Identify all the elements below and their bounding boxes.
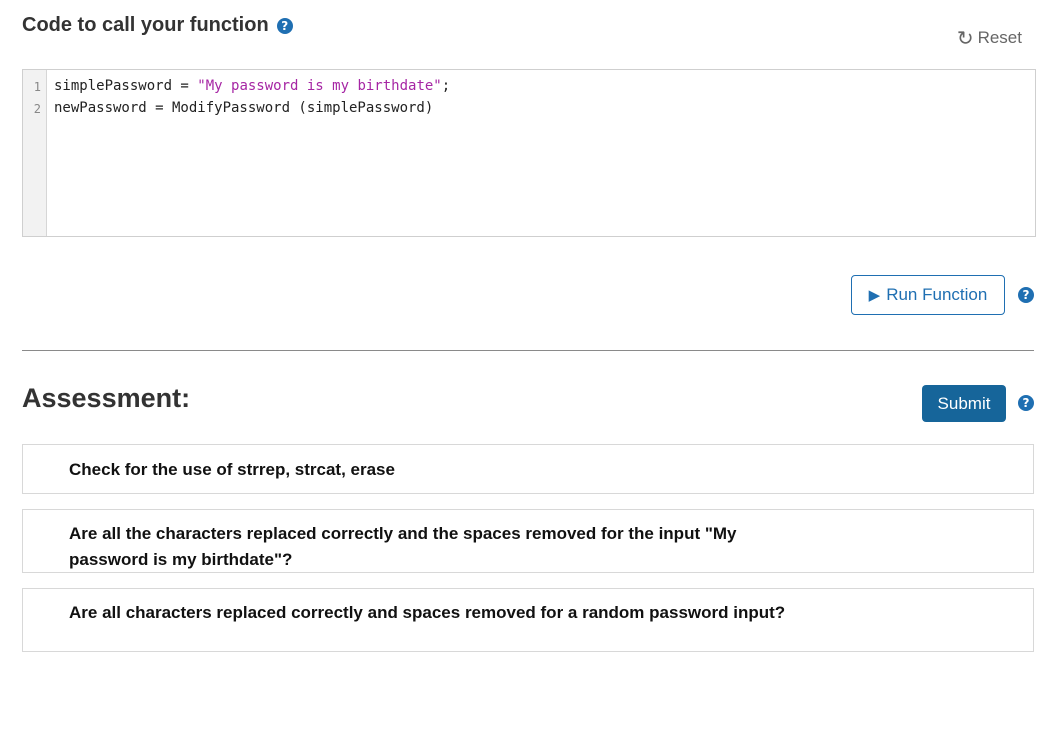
question-circle-icon[interactable]: ? xyxy=(1018,395,1034,411)
assessment-criterion: Are all the characters replaced correctl… xyxy=(22,509,1034,573)
run-function-label: Run Function xyxy=(886,285,988,304)
criterion-text: Check for the use of strrep, strcat, era… xyxy=(69,460,395,479)
reset-button[interactable]: ↻ Reset xyxy=(957,26,1022,50)
submit-button[interactable]: Submit xyxy=(922,385,1006,422)
assessment-title: Assessment: xyxy=(22,383,191,413)
code-section-title: Code to call your function ? xyxy=(22,14,293,37)
section-divider xyxy=(22,350,1034,351)
code-text: simplePassword = xyxy=(54,78,198,94)
reset-label: Reset xyxy=(977,28,1022,47)
code-line[interactable]: simplePassword = "My password is my birt… xyxy=(54,77,450,99)
code-text: newPassword = ModifyPassword (simplePass… xyxy=(54,100,434,116)
assessment-criterion: Are all characters replaced correctly an… xyxy=(22,588,1034,652)
criterion-text: Are all the characters replaced correctl… xyxy=(69,524,737,569)
play-icon: ▶ xyxy=(868,286,881,304)
question-circle-icon[interactable]: ? xyxy=(276,17,293,34)
run-function-button[interactable]: ▶ Run Function xyxy=(851,275,1005,315)
line-number: 2 xyxy=(33,102,41,116)
line-number: 1 xyxy=(33,80,41,94)
line-number-gutter: 1 2 xyxy=(23,70,47,236)
code-line[interactable]: newPassword = ModifyPassword (simplePass… xyxy=(54,99,450,121)
refresh-icon: ↻ xyxy=(956,26,974,50)
string-literal: "My password is my birthdate" xyxy=(197,78,442,94)
assessment-criterion: Check for the use of strrep, strcat, era… xyxy=(22,444,1034,494)
code-text: ; xyxy=(441,78,451,94)
criterion-text: Are all characters replaced correctly an… xyxy=(69,603,786,622)
code-section-title-text: Code to call your function xyxy=(22,14,269,36)
code-editor[interactable]: 1 2 simplePassword = "My password is my … xyxy=(22,69,1036,237)
question-circle-icon[interactable]: ? xyxy=(1018,287,1034,303)
code-content[interactable]: simplePassword = "My password is my birt… xyxy=(47,70,450,236)
